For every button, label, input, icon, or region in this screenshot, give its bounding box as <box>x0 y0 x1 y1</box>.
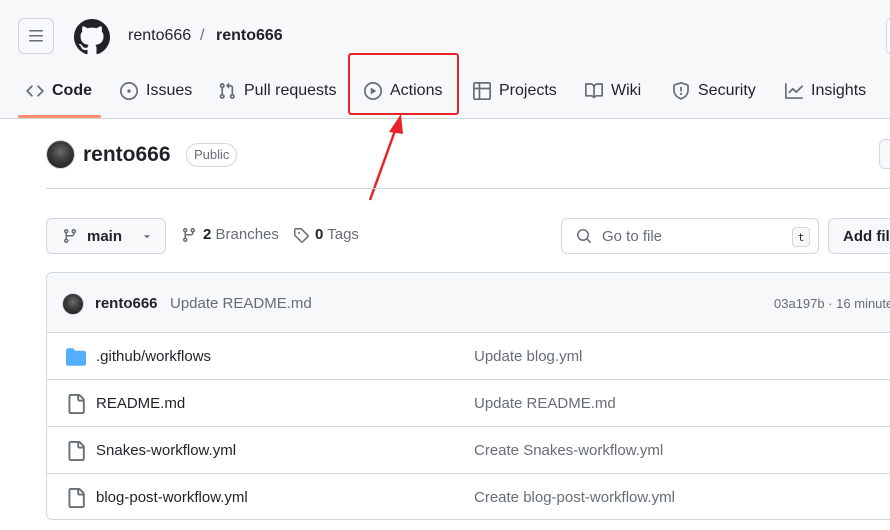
breadcrumb-separator: / <box>200 27 205 44</box>
annotation-arrow-icon <box>368 114 403 201</box>
code-icon <box>26 85 44 97</box>
triangle-down-icon <box>144 235 150 239</box>
tab-security-label: Security <box>698 82 756 99</box>
branch-name: main <box>87 227 123 245</box>
menu-button[interactable] <box>18 18 54 54</box>
tab-pull-requests[interactable]: Pull requests <box>218 72 337 110</box>
git-branch-icon <box>63 229 76 244</box>
commit-author[interactable]: rento666 <box>95 295 158 312</box>
tab-issues[interactable]: Issues <box>120 72 192 110</box>
commit-message[interactable]: Update README.md <box>170 295 312 312</box>
latest-commit-row: rento666 Update README.md 03a197b · 16 m… <box>47 273 890 333</box>
breadcrumb-owner[interactable]: rento666 <box>128 26 191 46</box>
github-logo-icon[interactable] <box>74 19 110 55</box>
file-name[interactable]: Snakes-workflow.yml <box>96 442 236 459</box>
file-commit-message[interactable]: Create blog-post-workflow.yml <box>474 489 675 506</box>
file-commit-message[interactable]: Create Snakes-workflow.yml <box>474 442 663 459</box>
git-branch-icon <box>182 227 195 242</box>
visibility-badge: Public <box>186 143 238 167</box>
branches-count: 2 <box>203 226 212 243</box>
git-pull-request-icon <box>219 82 235 99</box>
tab-projects-label: Projects <box>499 82 557 99</box>
file-name[interactable]: blog-post-workflow.yml <box>96 489 248 506</box>
go-to-file-input[interactable]: Go to file t <box>561 218 819 254</box>
graph-icon <box>785 83 803 99</box>
tab-projects[interactable]: Projects <box>473 72 557 110</box>
tags-count: 0 <box>315 226 324 243</box>
shield-icon <box>673 82 689 100</box>
file-name[interactable]: README.md <box>96 395 185 412</box>
annotation-highlight-box <box>348 53 459 115</box>
file-table: rento666 Update README.md 03a197b · 16 m… <box>46 272 890 520</box>
tab-security[interactable]: Security <box>672 72 756 110</box>
file-commit-message[interactable]: Update README.md <box>474 395 616 412</box>
tab-wiki[interactable]: Wiki <box>585 72 641 110</box>
table-icon <box>473 82 491 100</box>
tab-code-label: Code <box>52 82 92 99</box>
branch-selector-button[interactable]: main <box>46 218 166 254</box>
tab-issues-label: Issues <box>146 82 193 99</box>
file-icon <box>68 394 85 414</box>
divider <box>46 188 890 189</box>
tags-link[interactable]: 0 Tags <box>293 226 359 243</box>
search-placeholder: Go to file <box>602 227 663 245</box>
repo-action-button[interactable] <box>879 139 890 169</box>
tag-icon <box>294 227 309 243</box>
folder-icon <box>66 348 86 366</box>
breadcrumb-repo[interactable]: rento666 <box>216 26 283 46</box>
hamburger-icon <box>29 30 43 42</box>
commit-author-avatar[interactable] <box>62 293 84 315</box>
tab-insights[interactable]: Insights <box>785 72 866 110</box>
file-row[interactable]: .github/workflows Update blog.yml <box>47 333 890 380</box>
file-name[interactable]: .github/workflows <box>96 348 211 365</box>
book-icon <box>585 83 603 99</box>
file-icon <box>68 441 85 461</box>
search-icon <box>577 229 592 244</box>
file-row[interactable]: Snakes-workflow.yml Create Snakes-workfl… <box>47 427 890 474</box>
file-row[interactable]: blog-post-workflow.yml Create blog-post-… <box>47 474 890 519</box>
add-file-button[interactable]: Add file <box>828 218 890 254</box>
repo-title[interactable]: rento666 <box>83 143 171 167</box>
owner-avatar[interactable] <box>46 140 75 169</box>
commit-meta[interactable]: 03a197b · 16 minutes ago <box>774 296 890 311</box>
tab-code[interactable]: Code <box>26 72 92 110</box>
file-commit-message[interactable]: Update blog.yml <box>474 348 582 365</box>
tab-pull-requests-label: Pull requests <box>244 82 337 99</box>
tab-wiki-label: Wiki <box>611 82 642 99</box>
branches-link[interactable]: 2 Branches <box>181 226 279 243</box>
file-icon <box>68 488 85 508</box>
header-search-button[interactable] <box>886 18 890 54</box>
shortcut-key: t <box>792 227 810 247</box>
tab-insights-label: Insights <box>811 82 867 99</box>
issue-opened-icon <box>120 82 138 100</box>
tab-code-underline <box>18 115 101 118</box>
file-row[interactable]: README.md Update README.md <box>47 380 890 427</box>
branches-label: Branches <box>215 226 279 243</box>
tags-label: Tags <box>327 226 359 243</box>
